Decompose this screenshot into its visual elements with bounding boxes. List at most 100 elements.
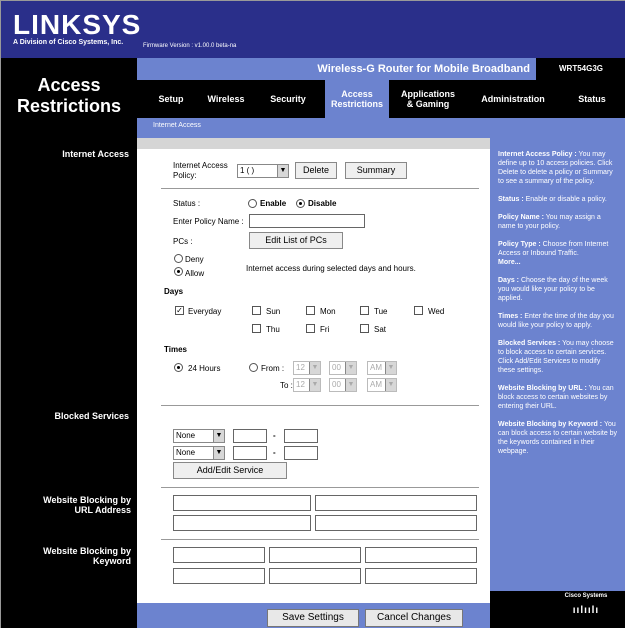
access-description: Internet access during selected days and…	[246, 264, 416, 273]
tue-checkbox[interactable]	[360, 306, 369, 315]
from-minute-value: 00	[332, 363, 341, 372]
divider	[161, 188, 479, 189]
keyword-input-1[interactable]	[173, 547, 265, 563]
label-website-blocking-keyword: Website Blocking by Keyword	[43, 546, 131, 566]
tab-access-restrictions[interactable]: Access Restrictions	[325, 80, 389, 118]
allow-label: Allow	[185, 269, 205, 278]
help-policy-type: Policy Type : Choose from Internet Acces…	[498, 240, 618, 267]
save-settings-button[interactable]: Save Settings	[267, 609, 359, 627]
cisco-bars-icon: ıılıılı	[572, 605, 600, 616]
help-keyword-blocking-title: Website Blocking by Keyword :	[498, 421, 603, 428]
edit-pcs-button[interactable]: Edit List of PCs	[249, 232, 343, 249]
logo-subtitle: A Division of Cisco Systems, Inc.	[13, 39, 124, 46]
keyword-input-2[interactable]	[269, 547, 361, 563]
blocked-service-1-select[interactable]: None ▼	[173, 429, 225, 443]
thu-checkbox[interactable]	[252, 324, 261, 333]
keyword-input-5[interactable]	[269, 568, 361, 584]
policy-name-input[interactable]	[249, 214, 365, 228]
help-status-title: Status :	[498, 196, 524, 203]
tab-wireless[interactable]: Wireless	[203, 80, 249, 118]
left-column	[1, 58, 137, 628]
policy-select[interactable]: 1 ( ) ▼	[237, 164, 289, 178]
to-minute-select[interactable]: 00 ▼	[329, 378, 357, 392]
from-ampm-value: AM	[370, 363, 382, 372]
blocked-service-2-start-port[interactable]	[233, 446, 267, 460]
keyword-input-3[interactable]	[365, 547, 477, 563]
label-blocked-services: Blocked Services	[54, 411, 129, 421]
policy-select-value: 1 ( )	[240, 166, 255, 175]
wed-label: Wed	[428, 307, 445, 316]
blocked-service-1-start-port[interactable]	[233, 429, 267, 443]
url-input-4[interactable]	[315, 515, 477, 531]
fri-label: Fri	[320, 325, 330, 334]
from-minute-select[interactable]: 00 ▼	[329, 361, 357, 375]
header-bar: LINKSYS A Division of Cisco Systems, Inc…	[1, 1, 625, 58]
tab-administration[interactable]: Administration	[473, 80, 553, 118]
subtab-internet-access[interactable]: Internet Access	[153, 122, 201, 129]
status-enable-radio[interactable]	[248, 199, 257, 208]
help-times: Times : Enter the time of the day you wo…	[498, 312, 618, 330]
divider	[161, 487, 479, 488]
sat-checkbox[interactable]	[360, 324, 369, 333]
mon-label: Mon	[320, 307, 336, 316]
blocked-service-2-end-port[interactable]	[284, 446, 318, 460]
chevron-down-icon: ▼	[309, 379, 320, 391]
times-title: Times	[164, 345, 187, 354]
hours24-radio[interactable]	[174, 363, 183, 372]
delete-button[interactable]: Delete	[295, 162, 337, 179]
from-ampm-select[interactable]: AM ▼	[367, 361, 397, 375]
to-ampm-select[interactable]: AM ▼	[367, 378, 397, 392]
deny-radio[interactable]	[174, 254, 183, 263]
keyword-input-6[interactable]	[365, 568, 477, 584]
router-config-page: LINKSYS A Division of Cisco Systems, Inc…	[0, 0, 625, 628]
deny-label: Deny	[185, 255, 204, 264]
divider	[161, 539, 479, 540]
to-hour-select[interactable]: 12 ▼	[293, 378, 321, 392]
policy-label: Internet Access Policy:	[173, 161, 228, 180]
from-hour-select[interactable]: 12 ▼	[293, 361, 321, 375]
thu-label: Thu	[266, 325, 280, 334]
tab-security[interactable]: Security	[265, 80, 311, 118]
blocked-service-1-end-port[interactable]	[284, 429, 318, 443]
tab-applications-gaming[interactable]: Applications & Gaming	[397, 80, 459, 118]
help-url-blocking: Website Blocking by URL : You can block …	[498, 384, 618, 411]
keyword-input-4[interactable]	[173, 568, 265, 584]
tab-setup[interactable]: Setup	[151, 80, 191, 118]
help-url-blocking-title: Website Blocking by URL :	[498, 385, 587, 392]
linksys-logo: LINKSYS	[13, 9, 142, 40]
tab-status[interactable]: Status	[569, 80, 615, 118]
help-policy-title: Internet Access Policy :	[498, 151, 577, 158]
cisco-logo-text: Cisco Systems	[564, 593, 608, 599]
url-input-2[interactable]	[315, 495, 477, 511]
url-input-1[interactable]	[173, 495, 311, 511]
help-blocked-services-title: Blocked Services :	[498, 340, 561, 347]
summary-button[interactable]: Summary	[345, 162, 407, 179]
fri-checkbox[interactable]	[306, 324, 315, 333]
help-days-title: Days :	[498, 277, 520, 284]
allow-radio[interactable]	[174, 267, 183, 276]
model-number: WRT54G3G	[536, 58, 625, 80]
wed-checkbox[interactable]	[414, 306, 423, 315]
status-enable-label: Enable	[260, 199, 287, 208]
url-input-3[interactable]	[173, 515, 311, 531]
status-label: Status :	[173, 199, 201, 208]
to-minute-value: 00	[332, 380, 341, 389]
status-disable-radio[interactable]	[296, 199, 305, 208]
mon-checkbox[interactable]	[306, 306, 315, 315]
everyday-checkbox[interactable]: ✓	[175, 306, 184, 315]
blocked-service-2-value: None	[176, 448, 196, 457]
add-edit-service-button[interactable]: Add/Edit Service	[173, 462, 287, 479]
help-policy-type-title: Policy Type :	[498, 241, 541, 248]
sun-checkbox[interactable]	[252, 306, 261, 315]
hours24-label: 24 Hours	[188, 364, 221, 373]
product-name: Wireless-G Router for Mobile Broadband	[317, 63, 530, 75]
help-panel: Internet Access Policy : You may define …	[490, 138, 625, 603]
time-range-radio[interactable]	[249, 363, 258, 372]
chevron-down-icon: ▼	[277, 165, 288, 177]
cancel-changes-button[interactable]: Cancel Changes	[365, 609, 463, 627]
policy-name-label: Enter Policy Name :	[173, 217, 244, 226]
help-more-link[interactable]: More...	[498, 259, 521, 266]
label-internet-access: Internet Access	[62, 149, 129, 159]
blocked-service-2-select[interactable]: None ▼	[173, 446, 225, 460]
port-range-dash: -	[273, 431, 276, 440]
